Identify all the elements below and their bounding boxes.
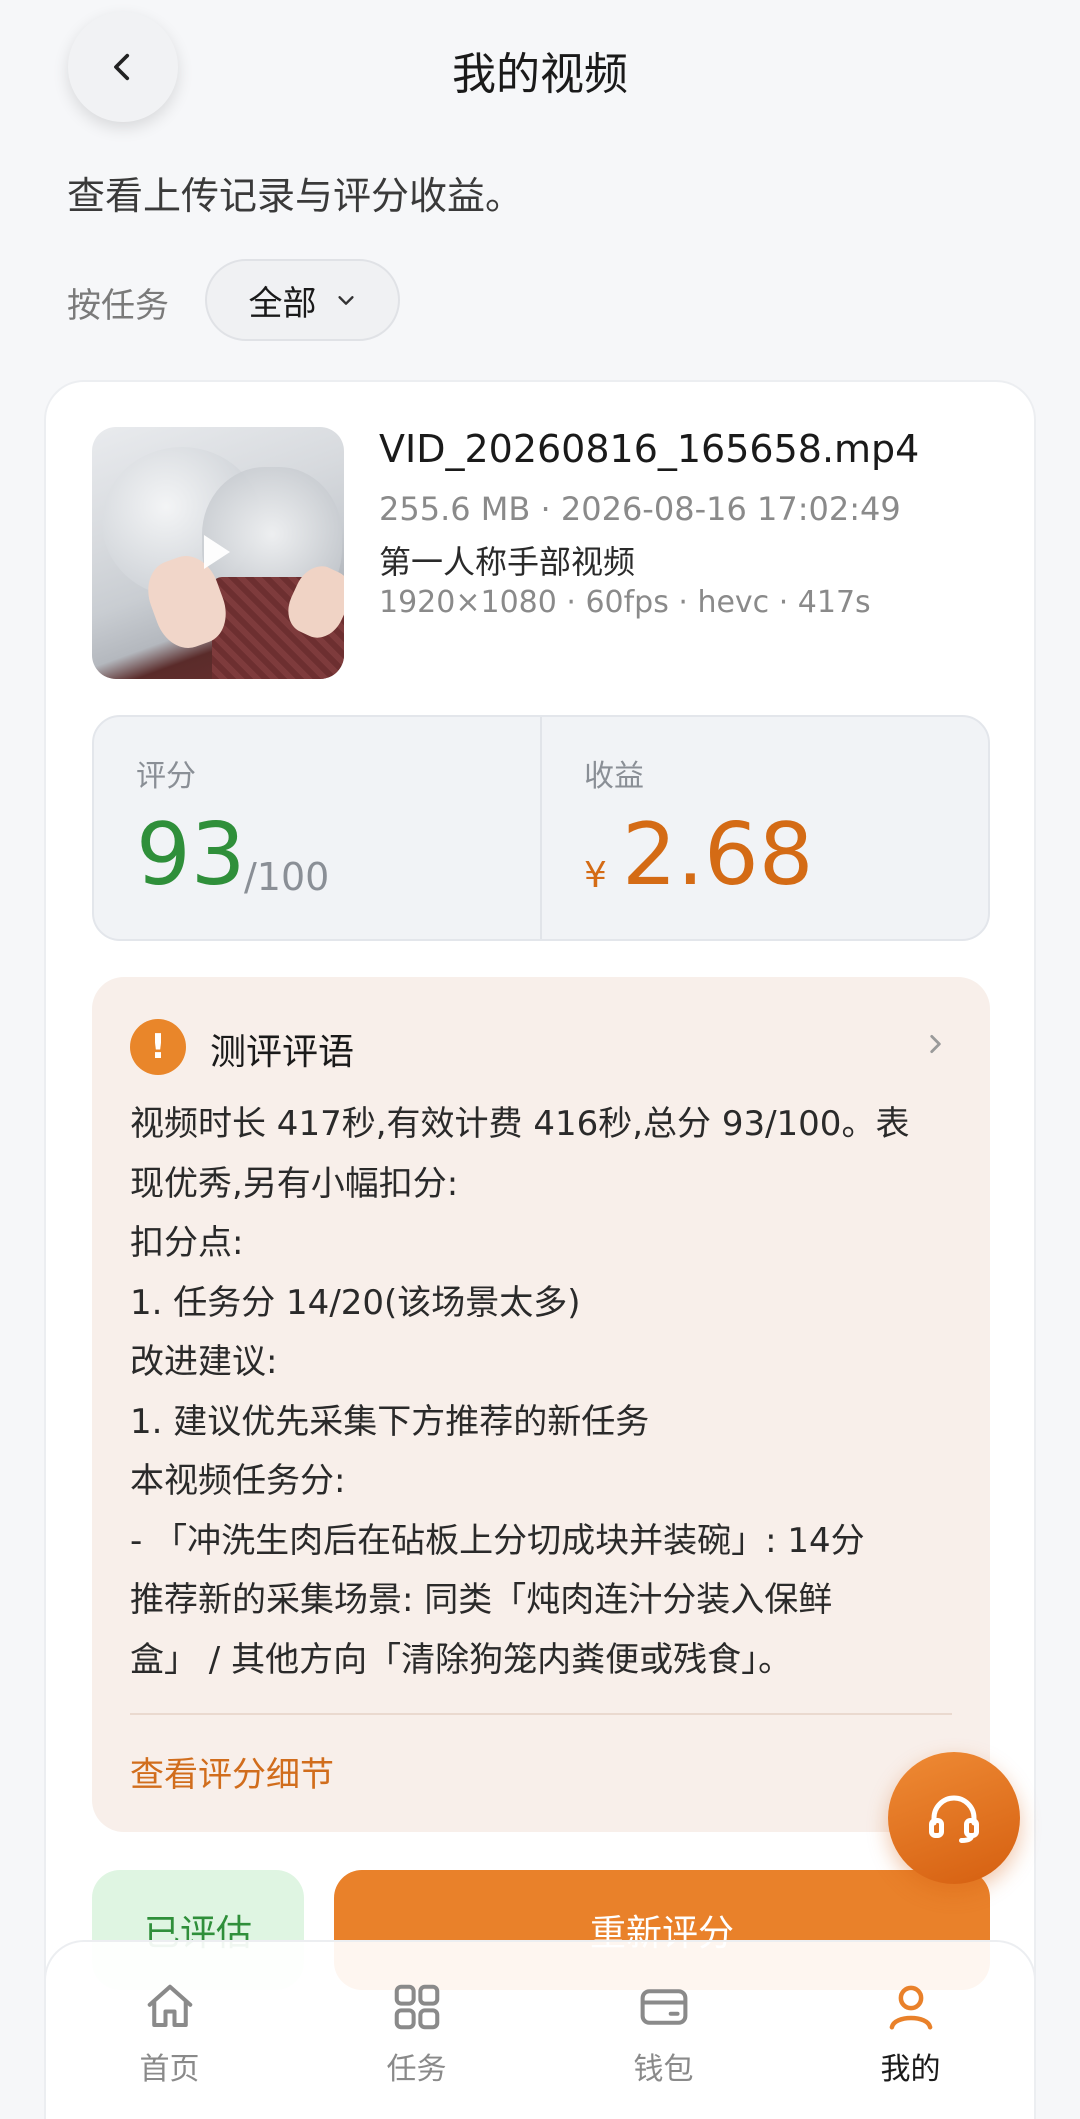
nav-item-profile[interactable]: 我的 (811, 1980, 1011, 2119)
bottom-nav: 首页 任务 钱包 我的 (44, 1940, 1036, 2119)
nav-label-tasks: 任务 (386, 2052, 447, 2087)
review-line: - 「冲洗生肉后在砧板上分切成块并装碗」: 14分 (130, 1520, 865, 1561)
wallet-icon (640, 1989, 687, 2025)
review-text: 视频时长 417秒,有效计费 416秒,总分 93/100。表 现优秀,另有小幅… (130, 1095, 960, 1690)
grid-icon (394, 1984, 439, 2030)
nav-item-home[interactable]: 首页 (70, 1980, 270, 2119)
headset-icon (929, 1795, 979, 1843)
review-line: 1. 建议优先采集下方推荐的新任务 (130, 1401, 650, 1442)
task-filter-value: 全部 (248, 283, 317, 324)
user-icon (889, 1985, 932, 2030)
review-line: 视频时长 417秒,有效计费 416秒,总分 93/100。表 (130, 1104, 910, 1144)
video-thumbnail[interactable] (92, 427, 344, 679)
currency-symbol: ¥ (584, 855, 607, 896)
view-score-details-link[interactable]: 查看评分细节 (130, 1747, 334, 1796)
video-specs: 1920×1080 · 60fps · hevc · 417s (379, 585, 871, 620)
review-title: 测评评语 (210, 1032, 355, 1073)
task-filter-dropdown[interactable]: 全部 (205, 259, 400, 341)
play-icon (204, 535, 230, 569)
review-line: 现优秀,另有小幅扣分: (130, 1163, 459, 1204)
review-line: 本视频任务分: (130, 1461, 346, 1501)
earnings-value: 2.68 (622, 805, 814, 905)
nav-item-wallet[interactable]: 钱包 (564, 1980, 764, 2119)
review-divider (130, 1713, 952, 1715)
score-value: 93 (136, 805, 246, 905)
page-title: 我的视频 (452, 49, 628, 100)
nav-item-tasks[interactable]: 任务 (317, 1980, 517, 2119)
task-filter-label: 按任务 (67, 286, 169, 326)
nav-label-wallet: 钱包 (633, 2052, 694, 2087)
page-subtitle: 查看上传记录与评分收益。 (67, 174, 524, 218)
alert-icon: ! (130, 1019, 186, 1075)
review-line: 盒」 / 其他方向「清除狗笼内粪便或残食」。 (130, 1639, 793, 1680)
earnings-label: 收益 (584, 759, 644, 794)
review-line: 改进建议: (130, 1342, 278, 1382)
customer-support-button[interactable] (888, 1752, 1020, 1884)
nav-label-profile: 我的 (880, 2052, 941, 2087)
review-line: 扣分点: (130, 1223, 244, 1263)
video-task-type: 第一人称手部视频 (379, 543, 636, 581)
stats-panel: 评分 93 /100 收益 ¥ 2.68 (92, 715, 990, 941)
video-size-time: 255.6 MB · 2026-08-16 17:02:49 (379, 490, 901, 528)
home-icon (147, 1984, 192, 2028)
review-line: 1. 任务分 14/20(该场景太多) (130, 1282, 581, 1323)
review-line: 推荐新的采集场景: 同类「炖肉连汁分装入保鲜 (130, 1580, 833, 1620)
video-filename: VID_20260816_165658.mp4 (379, 427, 920, 471)
score-max: /100 (244, 855, 330, 899)
chevron-right-icon[interactable] (922, 1031, 948, 1057)
video-card: VID_20260816_165658.mp4 255.6 MB · 2026-… (44, 380, 1036, 2119)
review-panel[interactable]: ! 测评评语 视频时长 417秒,有效计费 416秒,总分 93/100。表 现… (92, 977, 990, 1832)
nav-label-home: 首页 (139, 2052, 200, 2087)
score-label: 评分 (136, 759, 196, 794)
score-stat: 评分 93 /100 (94, 717, 540, 939)
chevron-down-icon (337, 296, 354, 305)
earnings-stat: 收益 ¥ 2.68 (540, 717, 988, 939)
